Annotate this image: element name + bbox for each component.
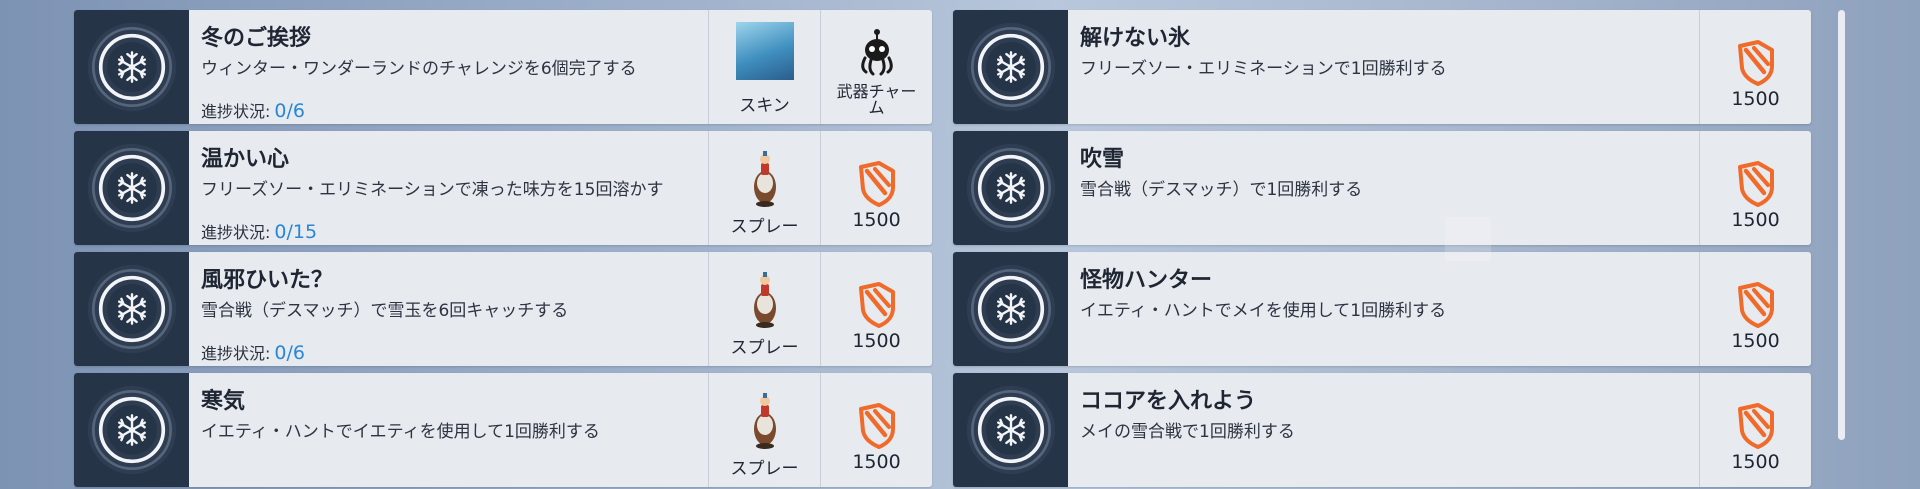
challenge-icon-panel — [74, 131, 189, 245]
challenge-title: 寒気 — [201, 389, 246, 414]
reward-label: スプレー — [730, 338, 799, 358]
reward-coins[interactable]: 1500 — [1699, 10, 1811, 124]
progress-label: 進捗状況: — [201, 344, 271, 363]
progress-value: 0/6 — [274, 342, 305, 364]
challenge-card[interactable]: 怪物ハンター イエティ・ハントでメイを使用して1回勝利する 1500 — [953, 252, 1811, 366]
coin-amount: 1500 — [1731, 451, 1780, 473]
coin-amount: 1500 — [1731, 88, 1780, 110]
snowflake-emblem-icon — [965, 142, 1057, 234]
reward-spray[interactable]: スプレー — [708, 252, 820, 366]
skin-thumbnail — [735, 22, 794, 80]
challenge-description: イエティ・ハントでメイを使用して1回勝利する — [1080, 301, 1447, 321]
overwatch-coin-icon — [855, 280, 899, 330]
reward-coins[interactable]: 1500 — [1699, 252, 1811, 366]
reward-spray[interactable]: スプレー — [708, 373, 820, 487]
coin-amount: 1500 — [852, 330, 901, 352]
progress-label: 進捗状況: — [201, 102, 271, 121]
challenge-card[interactable]: 温かい心 フリーズソー・エリミネーションで凍った味方を15回溶かす 進捗状況: 0… — [74, 131, 932, 245]
reward-label: 武器チャー ム — [836, 82, 917, 117]
challenge-icon-panel — [953, 10, 1068, 124]
challenge-description: 雪合戦（デスマッチ）で雪玉を6回キャッチする — [201, 301, 569, 321]
challenge-info: 寒気 イエティ・ハントでイエティを使用して1回勝利する — [189, 373, 708, 487]
challenge-description: 雪合戦（デスマッチ）で1回勝利する — [1080, 180, 1363, 200]
reward-coins[interactable]: 1500 — [1699, 131, 1811, 245]
challenge-card[interactable]: ココアを入れよう メイの雪合戦で1回勝利する 1500 — [953, 373, 1811, 487]
spray-thumbnail-icon — [750, 149, 780, 209]
reward-spray[interactable]: スプレー — [708, 131, 820, 245]
reward-coins[interactable]: 1500 — [1699, 373, 1811, 487]
coin-amount: 1500 — [1731, 330, 1780, 352]
reward-skin[interactable]: スキン — [708, 10, 820, 124]
coin-amount: 1500 — [852, 209, 901, 231]
challenge-title: 解けない氷 — [1080, 26, 1191, 51]
challenge-info: 冬のご挨拶 ウィンター・ワンダーランドのチャレンジを6個完了する 進捗状況: 0/… — [189, 10, 708, 124]
challenge-icon-panel — [74, 373, 189, 487]
reward-label: スプレー — [730, 459, 799, 479]
reward-coins[interactable]: 1500 — [820, 131, 932, 245]
challenge-card[interactable]: 解けない氷 フリーズソー・エリミネーションで1回勝利する 1500 — [953, 10, 1811, 124]
overwatch-coin-icon — [1734, 401, 1778, 451]
snowflake-emblem-icon — [86, 263, 178, 355]
challenge-progress: 進捗状況: 0/15 — [201, 219, 317, 243]
coin-amount: 1500 — [852, 451, 901, 473]
progress-value: 0/15 — [274, 221, 318, 243]
coin-amount: 1500 — [1731, 209, 1780, 231]
challenge-info: 吹雪 雪合戦（デスマッチ）で1回勝利する — [1068, 131, 1699, 245]
snowflake-emblem-icon — [86, 21, 178, 113]
challenge-description: イエティ・ハントでイエティを使用して1回勝利する — [201, 422, 600, 442]
challenge-card[interactable]: 風邪ひいた？ 雪合戦（デスマッチ）で雪玉を6回キャッチする 進捗状況: 0/6 ス… — [74, 252, 932, 366]
challenge-icon-panel — [74, 252, 189, 366]
challenge-progress: 進捗状況: 0/6 — [201, 340, 305, 364]
challenge-info: 風邪ひいた？ 雪合戦（デスマッチ）で雪玉を6回キャッチする 進捗状況: 0/6 — [189, 252, 708, 366]
challenge-info: ココアを入れよう メイの雪合戦で1回勝利する — [1068, 373, 1699, 487]
snowflake-emblem-icon — [965, 384, 1057, 476]
challenge-title: 風邪ひいた？ — [201, 268, 334, 293]
challenge-icon-panel — [953, 252, 1068, 366]
progress-value: 0/6 — [274, 100, 305, 122]
reward-coins[interactable]: 1500 — [820, 252, 932, 366]
challenge-title: 吹雪 — [1080, 147, 1125, 172]
challenge-title: 温かい心 — [201, 147, 290, 172]
overwatch-coin-icon — [855, 401, 899, 451]
challenge-icon-panel — [953, 131, 1068, 245]
challenge-description: メイの雪合戦で1回勝利する — [1080, 422, 1295, 442]
background-highlight — [1445, 217, 1491, 261]
challenge-description: フリーズソー・エリミネーションで1回勝利する — [1080, 59, 1447, 79]
snowflake-emblem-icon — [965, 263, 1057, 355]
overwatch-coin-icon — [855, 159, 899, 209]
reward-label: スキン — [739, 96, 790, 116]
challenge-description: フリーズソー・エリミネーションで凍った味方を15回溶かす — [201, 180, 664, 200]
spray-thumbnail-icon — [750, 270, 780, 330]
snowflake-emblem-icon — [86, 384, 178, 476]
reward-weapon-charm[interactable]: 武器チャー ム — [820, 10, 932, 124]
challenge-title: ココアを入れよう — [1080, 389, 1257, 414]
challenge-info: 温かい心 フリーズソー・エリミネーションで凍った味方を15回溶かす 進捗状況: 0… — [189, 131, 708, 245]
overwatch-coin-icon — [1734, 38, 1778, 88]
challenge-description: ウィンター・ワンダーランドのチャレンジを6個完了する — [201, 59, 637, 79]
challenge-info: 解けない氷 フリーズソー・エリミネーションで1回勝利する — [1068, 10, 1699, 124]
reward-coins[interactable]: 1500 — [820, 373, 932, 487]
spray-thumbnail-icon — [750, 391, 780, 451]
snowflake-emblem-icon — [86, 142, 178, 234]
challenge-card[interactable]: 冬のご挨拶 ウィンター・ワンダーランドのチャレンジを6個完了する 進捗状況: 0/… — [74, 10, 932, 124]
challenge-info: 怪物ハンター イエティ・ハントでメイを使用して1回勝利する — [1068, 252, 1699, 366]
scrollbar-thumb[interactable] — [1838, 10, 1845, 440]
overwatch-coin-icon — [1734, 159, 1778, 209]
challenge-progress: 進捗状況: 0/6 — [201, 98, 305, 122]
challenge-icon-panel — [953, 373, 1068, 487]
challenge-icon-panel — [74, 10, 189, 124]
snowflake-emblem-icon — [965, 21, 1057, 113]
challenge-card[interactable]: 寒気 イエティ・ハントでイエティを使用して1回勝利する スプレー 1500 — [74, 373, 932, 487]
challenge-title: 怪物ハンター — [1080, 268, 1213, 293]
progress-label: 進捗状況: — [201, 223, 271, 242]
overwatch-coin-icon — [1734, 280, 1778, 330]
challenge-title: 冬のご挨拶 — [201, 26, 312, 51]
challenge-card[interactable]: 吹雪 雪合戦（デスマッチ）で1回勝利する 1500 — [953, 131, 1811, 245]
octopus-charm-icon — [856, 28, 898, 76]
reward-label: スプレー — [730, 217, 799, 237]
